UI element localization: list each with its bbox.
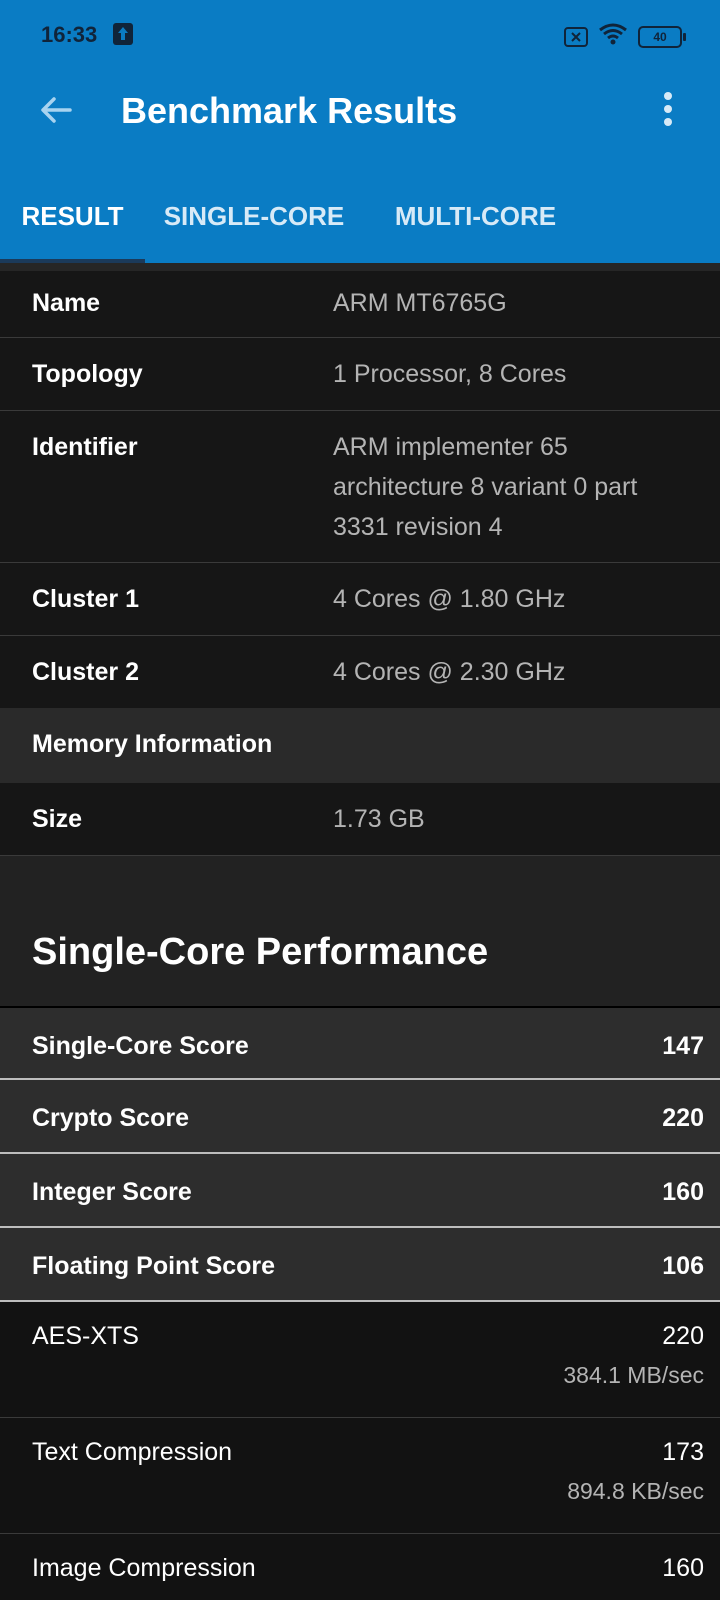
workload-row[interactable]: Text Compression 173 894.8 KB/sec bbox=[0, 1418, 720, 1534]
score-label: Floating Point Score bbox=[32, 1252, 276, 1280]
perf-header: Single-Core Performance bbox=[0, 856, 720, 1006]
info-value: 1 Processor, 8 Cores bbox=[333, 360, 567, 388]
workload-rate: 894.8 KB/sec bbox=[567, 1478, 704, 1504]
score-label: Crypto Score bbox=[32, 1104, 189, 1132]
workload-label: AES-XTS bbox=[32, 1322, 139, 1350]
page-title: Benchmark Results bbox=[121, 90, 458, 131]
score-value: 220 bbox=[662, 1104, 704, 1132]
workload-row[interactable]: AES-XTS 220 384.1 MB/sec bbox=[0, 1302, 720, 1418]
section-title: Memory Information bbox=[32, 730, 273, 758]
app-bar-shadow bbox=[0, 263, 720, 271]
workload-score: 160 bbox=[662, 1554, 704, 1582]
info-key: Cluster 1 bbox=[32, 585, 139, 613]
wifi-icon bbox=[598, 22, 628, 51]
info-value: 4 Cores @ 2.30 GHz bbox=[333, 658, 566, 686]
info-key: Topology bbox=[32, 360, 143, 388]
score-value: 106 bbox=[662, 1252, 704, 1280]
info-row-topology: Topology 1 Processor, 8 Cores bbox=[0, 338, 720, 411]
score-row[interactable]: Single-Core Score 147 bbox=[0, 1006, 720, 1080]
score-value: 160 bbox=[662, 1178, 704, 1206]
upload-icon bbox=[113, 23, 133, 45]
score-row[interactable]: Integer Score 160 bbox=[0, 1154, 720, 1228]
info-row-identifier: Identifier ARM implementer 65 architectu… bbox=[0, 411, 720, 563]
score-label: Integer Score bbox=[32, 1178, 192, 1206]
score-row[interactable]: Floating Point Score 106 bbox=[0, 1228, 720, 1302]
info-key: Size bbox=[32, 805, 83, 833]
battery-icon: 40 bbox=[638, 25, 686, 48]
info-key: Identifier bbox=[32, 433, 138, 461]
memory-section-header: Memory Information bbox=[0, 708, 720, 783]
score-row[interactable]: Crypto Score 220 bbox=[0, 1080, 720, 1154]
info-row-size: Size 1.73 GB bbox=[0, 783, 720, 856]
tab-single-core[interactable]: SINGLE-CORE bbox=[145, 180, 363, 263]
info-key: Cluster 2 bbox=[32, 658, 139, 686]
info-row-name: Name ARM MT6765G bbox=[0, 271, 720, 338]
score-label: Single-Core Score bbox=[32, 1032, 249, 1060]
section-title: Single-Core Performance bbox=[32, 931, 489, 973]
workload-label: Image Compression bbox=[32, 1554, 256, 1582]
app-bar: 16:33 40 Benchmark Results RESULT SINGLE… bbox=[0, 0, 720, 263]
workload-row[interactable]: Image Compression 160 bbox=[0, 1534, 720, 1600]
results-list: Name ARM MT6765G Topology 1 Processor, 8… bbox=[0, 271, 720, 1600]
tab-multi-core[interactable]: MULTI-CORE bbox=[363, 180, 588, 263]
workload-score: 220 bbox=[662, 1322, 704, 1350]
score-value: 147 bbox=[662, 1032, 704, 1060]
status-time: 16:33 bbox=[41, 22, 98, 47]
info-row-cluster-1: Cluster 1 4 Cores @ 1.80 GHz bbox=[0, 563, 720, 636]
info-key: Name bbox=[32, 289, 101, 317]
back-arrow-icon[interactable] bbox=[36, 90, 76, 130]
info-value: ARM implementer 65 architecture 8 varian… bbox=[333, 433, 638, 541]
info-row-cluster-2: Cluster 2 4 Cores @ 2.30 GHz bbox=[0, 636, 720, 708]
workload-rate: 384.1 MB/sec bbox=[563, 1362, 704, 1388]
tab-bar: RESULT SINGLE-CORE MULTI-CORE bbox=[0, 180, 720, 263]
info-value: 1.73 GB bbox=[333, 805, 425, 833]
no-sim-icon bbox=[564, 26, 588, 47]
info-value: ARM MT6765G bbox=[333, 289, 507, 317]
more-options-icon[interactable] bbox=[656, 92, 680, 132]
info-value: 4 Cores @ 1.80 GHz bbox=[333, 585, 566, 613]
tab-result[interactable]: RESULT bbox=[0, 180, 145, 263]
status-bar: 16:33 40 bbox=[0, 0, 720, 70]
workload-label: Text Compression bbox=[32, 1438, 233, 1466]
status-icons: 40 bbox=[564, 22, 686, 51]
workload-score: 173 bbox=[662, 1438, 704, 1466]
